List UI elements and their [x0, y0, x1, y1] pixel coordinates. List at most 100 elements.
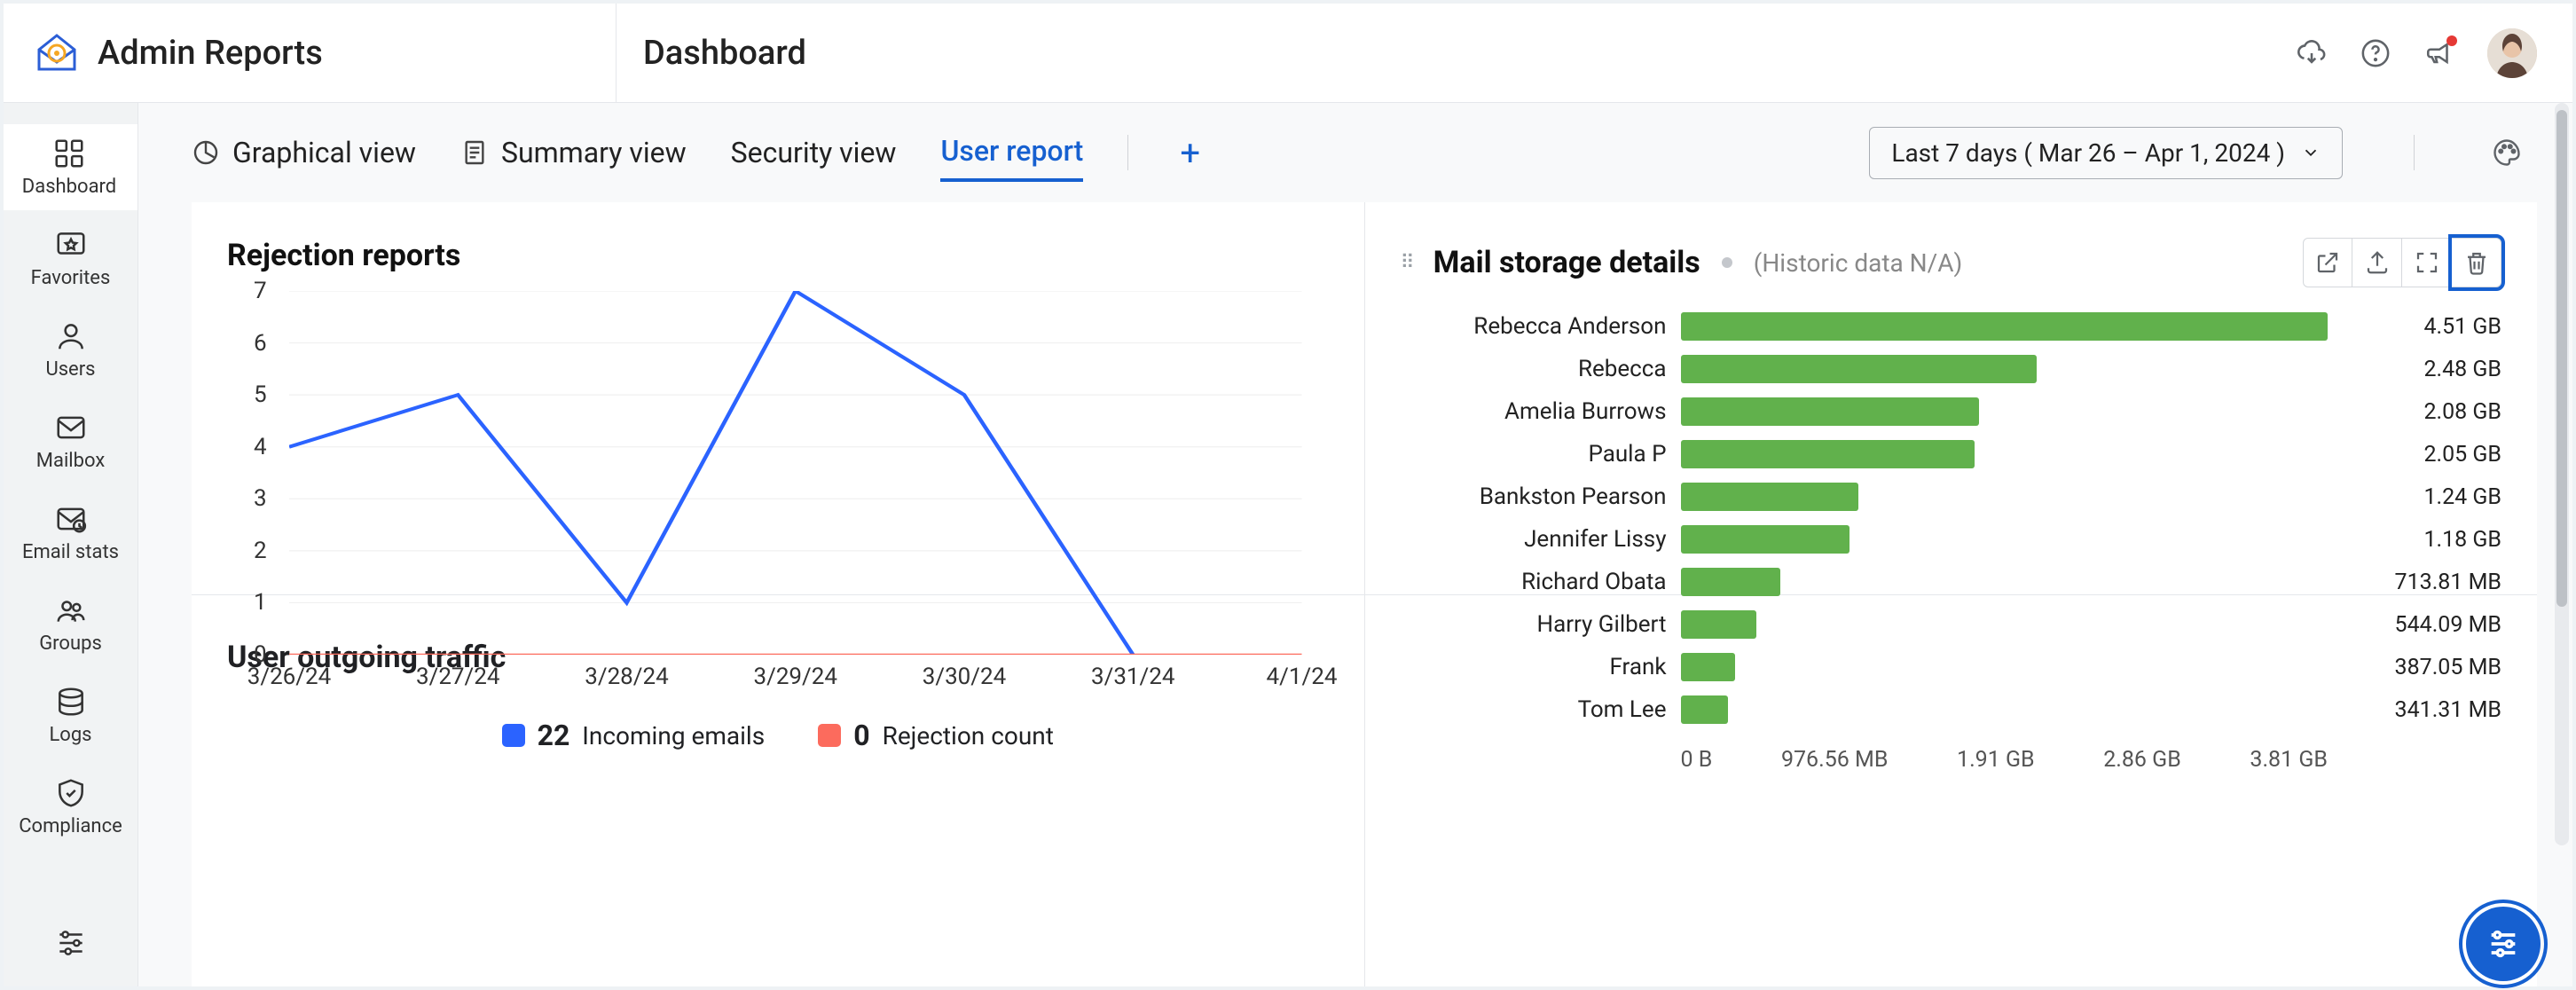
panel-rejection-reports: Rejection reports 22 Incoming emails — [192, 202, 1365, 594]
avatar[interactable] — [2487, 28, 2537, 78]
bar-label: Amelia Burrows — [1401, 398, 1667, 425]
tab-label: Security view — [731, 136, 897, 169]
bar-row: Frank387.05 MB — [1401, 646, 2502, 688]
y-axis-tick: 4 — [254, 434, 267, 460]
date-range-label: Last 7 days ( Mar 26 – Apr 1, 2024 ) — [1891, 138, 2285, 168]
x-axis-tick: 1.91 GB — [1957, 747, 2035, 773]
y-axis-tick: 5 — [254, 381, 267, 408]
bar-track — [1681, 525, 2329, 554]
sidebar-item-compliance[interactable]: Compliance — [4, 764, 137, 850]
bar-label: Jennifer Lissy — [1401, 526, 1667, 553]
tab-label: User report — [940, 134, 1083, 168]
sidebar-item-email-stats[interactable]: Email stats — [4, 490, 137, 576]
export-icon[interactable] — [2352, 238, 2402, 287]
bar-value: 2.05 GB — [2342, 442, 2501, 468]
storage-bar-chart: Rebecca Anderson4.51 GBRebecca2.48 GBAme… — [1401, 305, 2502, 802]
tab-graphical-view[interactable]: Graphical view — [192, 125, 416, 180]
sidebar-item-label: Users — [45, 358, 95, 381]
tab-security-view[interactable]: Security view — [731, 125, 897, 180]
announcement-icon[interactable] — [2423, 37, 2455, 69]
sidebar-item-dashboard[interactable]: Dashboard — [4, 124, 137, 210]
theme-palette-icon[interactable] — [2491, 137, 2523, 169]
bar-fill — [1681, 440, 1975, 468]
sidebar-item-favorites[interactable]: Favorites — [4, 216, 137, 302]
sidebar-item-users[interactable]: Users — [4, 307, 137, 393]
chevron-down-icon — [2301, 143, 2321, 162]
legend-incoming-count: 22 — [538, 719, 570, 752]
chart-legend: 22 Incoming emails 0 Rejection count — [227, 719, 1329, 752]
bar-row: Richard Obata713.81 MB — [1401, 561, 2502, 603]
help-icon[interactable] — [2360, 37, 2391, 69]
rejection-line-chart: 22 Incoming emails 0 Rejection count 012… — [227, 291, 1329, 752]
bar-fill — [1681, 653, 1735, 681]
bar-label: Harry Gilbert — [1401, 611, 1667, 638]
sidebar-item-label: Favorites — [31, 267, 111, 289]
bar-label: Rebecca Anderson — [1401, 313, 1667, 340]
divider — [2414, 135, 2415, 170]
bar-label: Frank — [1401, 654, 1667, 680]
x-axis-tick: 3/28/24 — [585, 664, 669, 690]
bar-row: Amelia Burrows 2.08 GB — [1401, 390, 2502, 433]
panel-subtitle: (Historic data N/A) — [1754, 248, 1962, 278]
bar-fill — [1681, 483, 1859, 511]
sidebar-item-settings[interactable] — [4, 914, 137, 986]
panel-title: Mail storage details — [1433, 245, 1700, 280]
x-axis-tick: 2.86 GB — [2103, 747, 2181, 773]
main-area: Graphical view Summary view Security vie… — [138, 103, 2572, 986]
bar-track — [1681, 568, 2329, 596]
bar-fill — [1681, 568, 1781, 596]
view-toolbar: Graphical view Summary view Security vie… — [138, 103, 2572, 202]
bar-row: Rebecca 2.48 GB — [1401, 348, 2502, 390]
tab-label: Summary view — [501, 136, 687, 169]
bar-label: Rebecca — [1401, 356, 1667, 382]
add-tab-button[interactable]: + — [1173, 132, 1207, 174]
page-title: Dashboard — [616, 4, 806, 102]
bar-row: Harry Gilbert544.09 MB — [1401, 603, 2502, 646]
sidebar-item-mailbox[interactable]: Mailbox — [4, 398, 137, 484]
legend-swatch-incoming — [502, 724, 525, 747]
bar-track — [1681, 440, 2329, 468]
bar-label: Bankston Pearson — [1401, 483, 1667, 510]
divider — [1127, 135, 1128, 170]
open-external-icon[interactable] — [2303, 238, 2352, 287]
x-axis-tick: 4/1/24 — [1267, 664, 1338, 690]
brand-title: Admin Reports — [98, 34, 323, 73]
tab-user-report[interactable]: User report — [940, 123, 1083, 182]
date-range-dropdown[interactable]: Last 7 days ( Mar 26 – Apr 1, 2024 ) — [1869, 127, 2343, 179]
bar-fill — [1681, 695, 1729, 724]
sidebar-item-label: Mailbox — [36, 450, 105, 472]
bar-value: 2.08 GB — [2342, 399, 2501, 425]
sidebar-item-label: Email stats — [22, 541, 119, 563]
top-header: Admin Reports Dashboard — [4, 4, 2572, 103]
bar-track — [1681, 483, 2329, 511]
delete-icon[interactable] — [2452, 238, 2501, 287]
bar-row: Paula P 2.05 GB — [1401, 433, 2502, 475]
panel-title: Rejection reports — [227, 238, 460, 273]
drag-handle-icon[interactable]: ⠿ — [1401, 252, 1412, 274]
download-cloud-icon[interactable] — [2296, 37, 2328, 69]
x-axis-tick: 3/29/24 — [753, 664, 837, 690]
bar-fill — [1681, 610, 1757, 639]
bar-row: Bankston Pearson1.24 GB — [1401, 475, 2502, 518]
bar-row: Jennifer Lissy1.18 GB — [1401, 518, 2502, 561]
bar-label: Richard Obata — [1401, 569, 1667, 595]
tab-summary-view[interactable]: Summary view — [460, 125, 687, 180]
status-dot-icon — [1722, 257, 1732, 268]
sidebar-item-label: Dashboard — [22, 176, 116, 198]
bar-fill — [1681, 355, 2037, 383]
y-axis-tick: 6 — [254, 330, 267, 357]
x-axis-tick: 3/31/24 — [1091, 664, 1175, 690]
bar-fill — [1681, 397, 1979, 426]
x-axis-tick: 0 B — [1681, 747, 1713, 773]
bar-track — [1681, 312, 2329, 341]
sidebar-item-groups[interactable]: Groups — [4, 581, 137, 667]
filter-fab-button[interactable] — [2466, 907, 2541, 981]
bar-value: 2.48 GB — [2342, 357, 2501, 382]
sidebar-item-logs[interactable]: Logs — [4, 672, 137, 758]
scrollbar[interactable] — [2555, 103, 2569, 845]
x-axis-tick: 976.56 MB — [1781, 747, 1888, 773]
x-axis-tick: 3/26/24 — [247, 664, 332, 690]
fullscreen-icon[interactable] — [2402, 238, 2452, 287]
sidebar-item-label: Compliance — [19, 815, 122, 837]
bar-label: Paula P — [1401, 441, 1667, 468]
